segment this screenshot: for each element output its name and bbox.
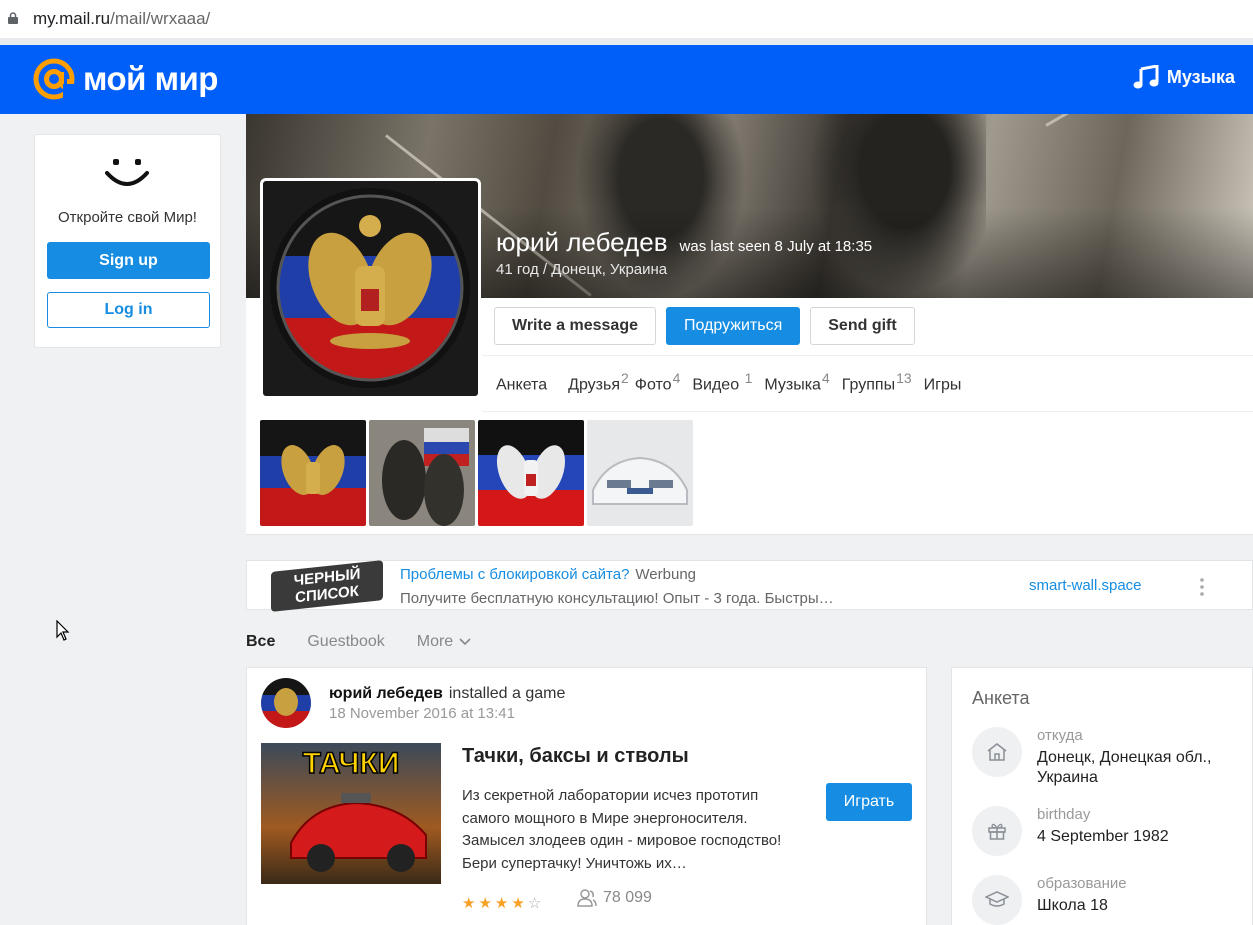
- game-rating: ★ ★ ★ ★ ☆: [462, 894, 541, 912]
- music-link[interactable]: Музыка: [1133, 65, 1235, 89]
- signup-card: Откройте свой Мир! Sign up Log in: [34, 134, 221, 348]
- game-description: Из секретной лаборатории исчез прототип …: [462, 787, 782, 872]
- last-seen-text: was last seen 8 July at 18:35: [679, 238, 873, 255]
- game-image[interactable]: ТАЧКИ: [261, 743, 441, 884]
- post-header: юрий лебедев installed a game: [329, 685, 565, 703]
- profile-card: юрий лебедев was last seen 8 July at 18:…: [246, 114, 1253, 535]
- star-icon: ★: [478, 895, 492, 912]
- photo-thumbnail[interactable]: [369, 420, 475, 526]
- profile-header-text: юрий лебедев was last seen 8 July at 18:…: [496, 227, 872, 258]
- users-icon: [577, 889, 597, 907]
- photo-thumbnails: [260, 420, 693, 526]
- top-navigation-bar: мой мир Музыка: [0, 45, 1253, 114]
- invite-text: Откройте свой Мир!: [58, 209, 197, 226]
- post-action: installed a game: [448, 685, 566, 702]
- gift-icon: [972, 806, 1022, 856]
- profile-info: 41 год / Донецк, Украина: [496, 261, 668, 278]
- tab-photos[interactable]: Фото4: [635, 370, 681, 394]
- graduation-cap-icon: [972, 875, 1022, 925]
- profile-actions: Write a message Подружиться Send gift: [494, 307, 915, 345]
- feed-post: юрий лебедев installed a game 18 November…: [246, 667, 927, 925]
- url-text[interactable]: my.mail.ru/mail/wrxaaa/: [33, 9, 210, 29]
- tab-games[interactable]: Игры: [924, 370, 963, 394]
- advertisement[interactable]: ЧЕРНЫЙ СПИСОК Проблемы с блокировкой сай…: [246, 560, 1253, 612]
- tab-groups[interactable]: Группы13: [842, 370, 912, 394]
- tab-friends[interactable]: Друзья2: [568, 370, 629, 394]
- ad-title[interactable]: Проблемы с блокировкой сайта? Werbung: [400, 566, 696, 583]
- play-button[interactable]: Играть: [826, 783, 912, 821]
- write-message-button[interactable]: Write a message: [494, 307, 656, 345]
- chevron-down-icon: [459, 638, 471, 646]
- house-icon: [972, 727, 1022, 777]
- game-logo-text: ТАЧКИ: [302, 746, 400, 781]
- star-icon: ★: [462, 895, 476, 912]
- address-bar-divider: [0, 38, 1253, 45]
- add-friend-button[interactable]: Подружиться: [666, 307, 801, 345]
- site-logo[interactable]: мой мир: [33, 58, 218, 100]
- feed-tab-more[interactable]: More: [417, 633, 471, 651]
- post-author-avatar[interactable]: [261, 678, 311, 728]
- game-title[interactable]: Тачки, баксы и стволы: [462, 745, 689, 768]
- browser-address-bar[interactable]: my.mail.ru/mail/wrxaaa/: [0, 0, 1253, 38]
- post-author-name[interactable]: юрий лебедев: [329, 685, 443, 702]
- photo-thumbnail[interactable]: [260, 420, 366, 526]
- tab-music[interactable]: Музыка4: [764, 370, 829, 394]
- lock-icon: [8, 12, 18, 24]
- star-icon: ★: [494, 895, 509, 912]
- music-note-icon: [1133, 65, 1159, 89]
- profile-info-panel: Анкета откуда Донецк, Донецкая обл., Укр…: [951, 667, 1253, 925]
- ad-logo: ЧЕРНЫЙ СПИСОК: [271, 560, 383, 612]
- ad-description: Получите бесплатную консультацию! Опыт -…: [400, 590, 834, 607]
- sign-up-button[interactable]: Sign up: [47, 242, 210, 279]
- more-options-icon[interactable]: [1197, 577, 1207, 597]
- star-outline-icon: ☆: [527, 895, 542, 912]
- tab-anketa[interactable]: Анкета: [496, 370, 548, 394]
- at-sign-logo-icon: [33, 58, 75, 100]
- feed-tab-guestbook[interactable]: Guestbook: [307, 633, 384, 651]
- post-date: 18 November 2016 at 13:41: [329, 705, 515, 722]
- profile-name: юрий лебедев: [496, 227, 668, 257]
- music-link-label: Музыка: [1166, 66, 1235, 87]
- feed-tabs: Все Guestbook More: [246, 633, 503, 651]
- star-icon: ★: [511, 895, 525, 912]
- log-in-button[interactable]: Log in: [47, 292, 210, 328]
- profile-tabs: Анкета Друзья2 Фото4 Видео 1 Музыка4 Гру…: [482, 355, 1253, 412]
- photo-thumbnail[interactable]: [587, 420, 693, 526]
- profile-avatar[interactable]: [260, 178, 481, 399]
- panel-title: Анкета: [972, 688, 1030, 708]
- ad-link[interactable]: smart-wall.space: [1029, 577, 1142, 594]
- feed-tab-all[interactable]: Все: [246, 633, 275, 651]
- photo-thumbnail[interactable]: [478, 420, 584, 526]
- logo-text: мой мир: [83, 60, 218, 97]
- mouse-cursor-icon: [56, 620, 70, 641]
- players-count: 78 099: [577, 889, 652, 907]
- send-gift-button[interactable]: Send gift: [810, 307, 915, 345]
- smiley-icon: [105, 159, 149, 186]
- tab-video[interactable]: Видео 1: [692, 370, 752, 394]
